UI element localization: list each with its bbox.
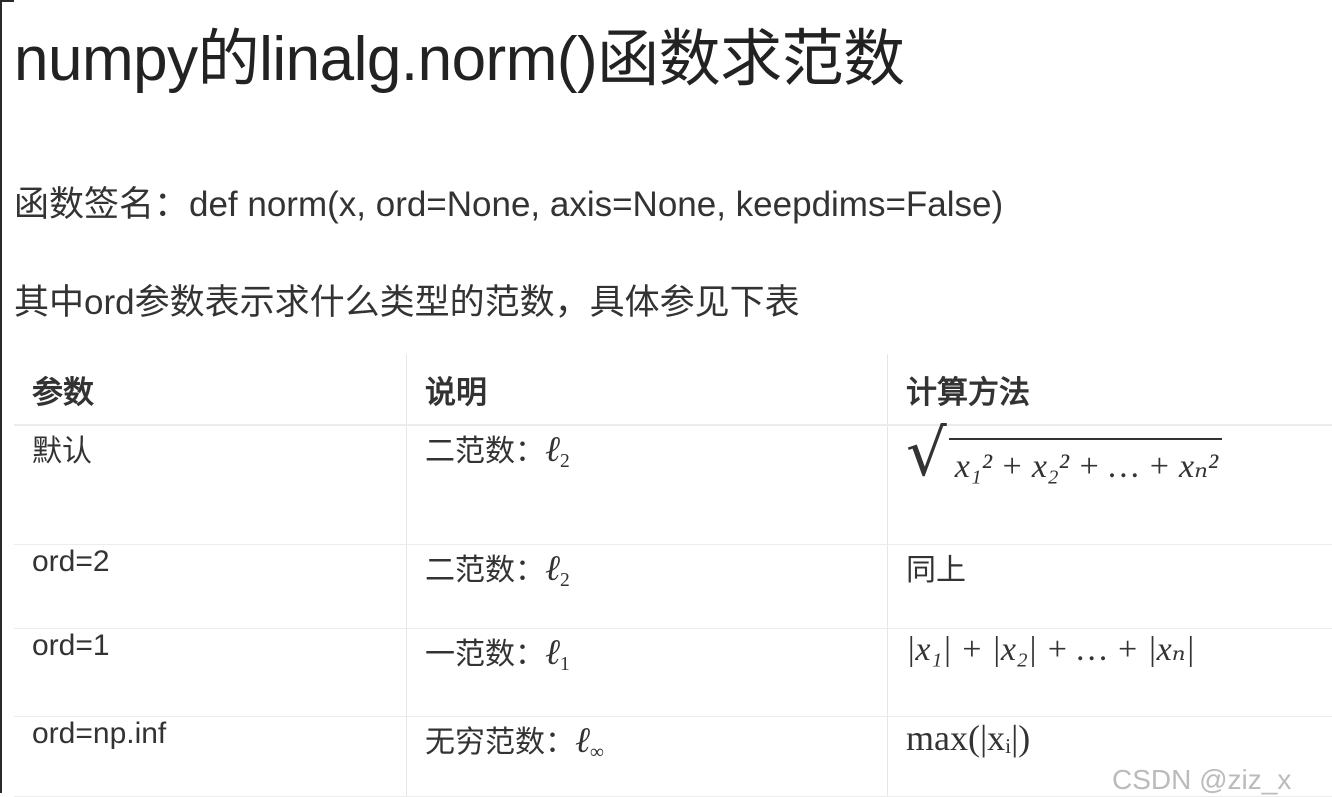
page-title: numpy的linalg.norm()函数求范数 bbox=[14, 8, 905, 98]
desc-cell: 无穷范数：ℓ∞ bbox=[407, 716, 888, 796]
method-cell: 同上 bbox=[888, 544, 1332, 628]
desc-cell: 二范数：ℓ2 bbox=[407, 544, 888, 628]
ell-symbol: ℓ bbox=[545, 548, 560, 589]
param-cell: ord=np.inf bbox=[14, 716, 407, 796]
desc-prefix: 二范数： bbox=[425, 554, 545, 587]
ell-symbol: ℓ bbox=[575, 720, 590, 761]
ell-subscript: 2 bbox=[560, 569, 570, 590]
max-formula: max(|xᵢ|) bbox=[906, 718, 1030, 758]
desc-cell: 二范数：ℓ2 bbox=[407, 425, 888, 544]
sqrt-formula: √ x₁² + x₂² + … + xₙ² bbox=[906, 422, 1222, 486]
method-cell: |x₁| + |x₂| + … + |xₙ| bbox=[888, 628, 1332, 716]
window-top-edge bbox=[0, 0, 14, 2]
function-signature: 函数签名：def norm(x, ord=None, axis=None, ke… bbox=[14, 176, 1003, 227]
table-row: 默认 二范数：ℓ2 √ x₁² + x₂² + … + xₙ² bbox=[14, 425, 1332, 544]
table-row: ord=1 一范数：ℓ1 |x₁| + |x₂| + … + |xₙ| bbox=[14, 628, 1332, 716]
radical-sign: √ bbox=[906, 422, 947, 486]
sqrt-radicand: x₁² + x₂² + … + xₙ² bbox=[949, 438, 1222, 486]
csdn-watermark: CSDN @ziz_x bbox=[1112, 764, 1291, 796]
table-header-row: 参数 说明 计算方法 bbox=[14, 354, 1332, 425]
abs-sum-formula: |x₁| + |x₂| + … + |xₙ| bbox=[906, 631, 1195, 668]
norm-table: 参数 说明 计算方法 默认 二范数：ℓ2 √ x₁² + x₂² + … + x… bbox=[14, 354, 1332, 797]
window-left-edge bbox=[0, 0, 2, 793]
param-cell: ord=1 bbox=[14, 628, 407, 716]
ell-subscript: ∞ bbox=[590, 741, 604, 762]
table-row: ord=2 二范数：ℓ2 同上 bbox=[14, 544, 1332, 628]
header-param: 参数 bbox=[14, 354, 407, 425]
desc-prefix: 二范数： bbox=[425, 435, 545, 468]
desc-cell: 一范数：ℓ1 bbox=[407, 628, 888, 716]
ord-description: 其中ord参数表示求什么类型的范数，具体参见下表 bbox=[14, 274, 800, 325]
ell-symbol: ℓ bbox=[545, 429, 560, 470]
header-desc: 说明 bbox=[407, 354, 888, 425]
desc-prefix: 一范数： bbox=[425, 638, 545, 671]
ell-subscript: 2 bbox=[560, 451, 570, 472]
param-cell: ord=2 bbox=[14, 544, 407, 628]
method-cell: √ x₁² + x₂² + … + xₙ² bbox=[888, 425, 1332, 544]
param-cell: 默认 bbox=[14, 425, 407, 544]
header-method: 计算方法 bbox=[888, 354, 1332, 425]
ell-subscript: 1 bbox=[560, 653, 570, 674]
desc-prefix: 无穷范数： bbox=[425, 726, 575, 759]
ell-symbol: ℓ bbox=[545, 632, 560, 673]
